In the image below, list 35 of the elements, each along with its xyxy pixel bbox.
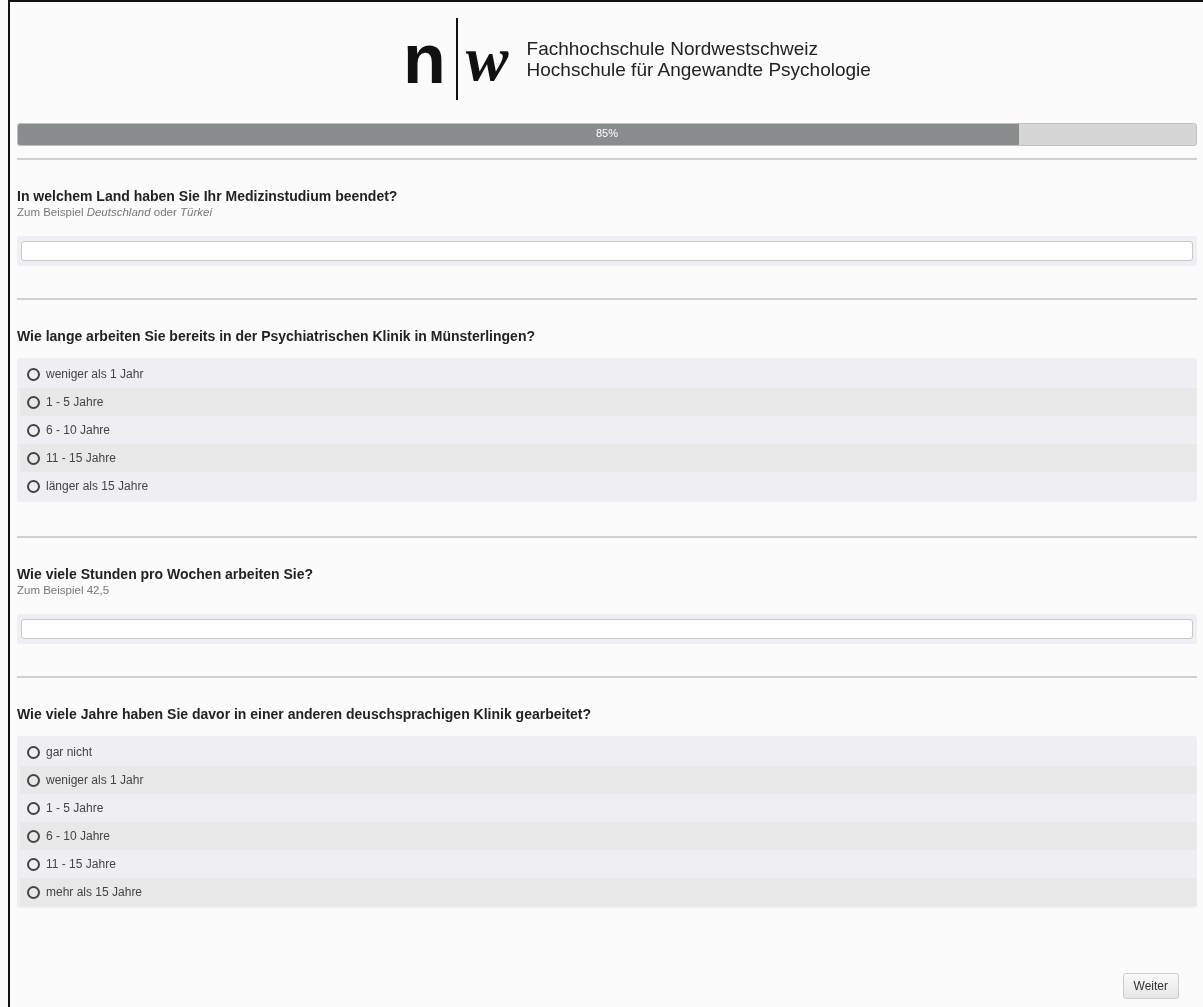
next-button[interactable]: Weiter [1122, 973, 1179, 999]
option-row[interactable]: länger als 15 Jahre [20, 472, 1197, 500]
radio-button[interactable] [27, 857, 40, 871]
option-row[interactable]: mehr als 15 Jahre [20, 878, 1197, 906]
radio-button[interactable] [27, 829, 40, 843]
radio-button[interactable] [27, 395, 40, 409]
radio-button[interactable] [27, 423, 40, 437]
question-title: Wie lange arbeiten Sie bereits in der Psychiatrischen Klinik in Münsterlingen? [17, 328, 536, 344]
radio-button[interactable] [27, 801, 40, 815]
option-row[interactable]: 6 - 10 Jahre [20, 822, 1197, 850]
answer-field[interactable] [21, 619, 1193, 639]
progress-label: 85% [596, 127, 618, 139]
option-row[interactable]: 11 - 15 Jahre [20, 444, 1197, 472]
logo-drawing: n w [403, 18, 509, 99]
option-row[interactable]: weniger als 1 Jahr [20, 360, 1197, 388]
option-row[interactable]: 11 - 15 Jahre [20, 850, 1197, 878]
radio-button[interactable] [27, 451, 40, 465]
option-row[interactable]: 6 - 10 Jahre [20, 416, 1197, 444]
radio-button[interactable] [27, 479, 40, 493]
answer-field[interactable] [21, 241, 1193, 261]
radio-button[interactable] [27, 773, 40, 787]
question-title: In welchem Land haben Sie Ihr Medizinstudium beendet? [17, 188, 399, 204]
question-title: Wie viele Jahre haben Sie davor in einer anderen deuschsprachigen Klinik gearbeitet? [17, 706, 593, 722]
radio-button[interactable] [27, 885, 40, 899]
option-row[interactable]: gar nicht [20, 738, 1197, 766]
institution-name: Fachhochschule Nordwestschweiz [526, 37, 819, 59]
question-title: Wie viele Stunden pro Wochen arbeiten Sie? [17, 566, 314, 582]
radio-button[interactable] [27, 367, 40, 381]
school-name: Hochschule für Angewandte Psychologie [526, 58, 871, 80]
option-row[interactable]: weniger als 1 Jahr [20, 766, 1197, 794]
question-hint: Zum Beispiel 42,5 [17, 584, 111, 596]
option-row[interactable]: 1 - 5 Jahre [20, 388, 1197, 416]
option-row[interactable]: 1 - 5 Jahre [20, 794, 1197, 822]
radio-button[interactable] [27, 745, 40, 759]
question-hint: Zum Beispiel Deutschland oder Türkei [17, 206, 214, 218]
